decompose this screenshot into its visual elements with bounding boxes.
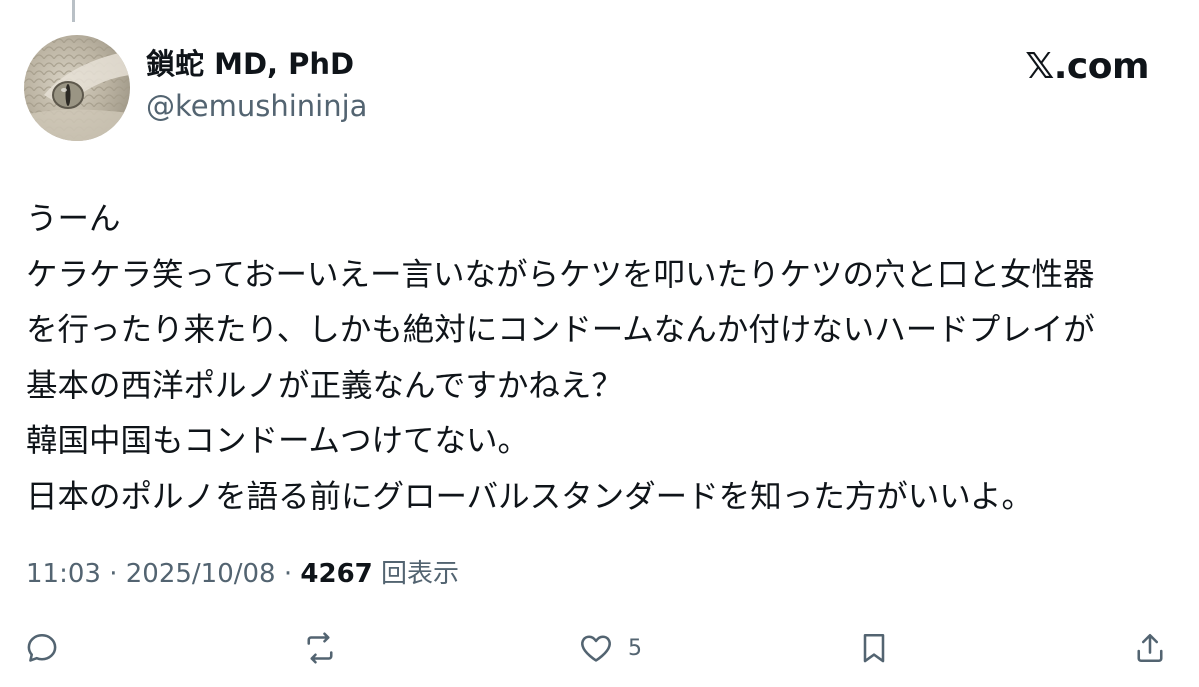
share-icon bbox=[1137, 633, 1163, 663]
repost-button[interactable] bbox=[302, 628, 338, 668]
repost-icon bbox=[307, 632, 333, 664]
bookmark-button[interactable] bbox=[856, 628, 892, 668]
tweet-metadata: 11:03 · 2025/10/08 · 4267 回表示 bbox=[26, 556, 459, 592]
tweet-date[interactable]: 2025/10/08 bbox=[126, 559, 276, 589]
x-logo-text: 𝕏.com bbox=[1025, 46, 1149, 87]
reply-icon bbox=[27, 633, 57, 662]
views-count: 4267 bbox=[300, 559, 373, 589]
bookmark-icon bbox=[863, 633, 885, 663]
heart-icon bbox=[581, 635, 611, 662]
separator-dot: · bbox=[109, 559, 126, 589]
reply-button[interactable] bbox=[24, 628, 60, 668]
tweet-text-line: 韓国中国もコンドームつけてない。 bbox=[26, 423, 530, 459]
share-button[interactable] bbox=[1132, 628, 1168, 668]
like-button[interactable]: 5 bbox=[578, 628, 642, 668]
tweet-text-line: 日本のポルノを語る前にグローバルスタンダードを知った方がいいよ。 bbox=[26, 478, 1034, 515]
snake-avatar-image bbox=[24, 35, 130, 141]
tweet-text-line: 基本の西洋ポルノが正義なんですかねえ？ bbox=[26, 367, 623, 404]
author-handle[interactable]: @kemushininja bbox=[146, 88, 367, 124]
separator-dot: · bbox=[283, 559, 301, 589]
author-display-name[interactable]: 鎖蛇 MD, PhD bbox=[146, 46, 354, 82]
tweet-text-line: ケラケラ笑っておーいえー言いながらケツを叩いたりケツの穴と口と女性器 bbox=[26, 256, 1095, 293]
tweet-text-line: を行ったり来たり、しかも絶対にコンドームなんか付けないハードプレイが bbox=[26, 312, 1095, 348]
like-count: 5 bbox=[628, 635, 642, 661]
thread-connector-line bbox=[72, 0, 75, 22]
tweet-text-line: うーん bbox=[26, 201, 121, 237]
avatar[interactable] bbox=[24, 35, 130, 141]
views-label: 回表示 bbox=[381, 559, 460, 589]
tweet-time[interactable]: 11:03 bbox=[26, 559, 101, 589]
tweet-text: うーん ケラケラ笑っておーいえー言いながらケツを叩いたりケツの穴と口と女性器 を… bbox=[26, 192, 1176, 525]
